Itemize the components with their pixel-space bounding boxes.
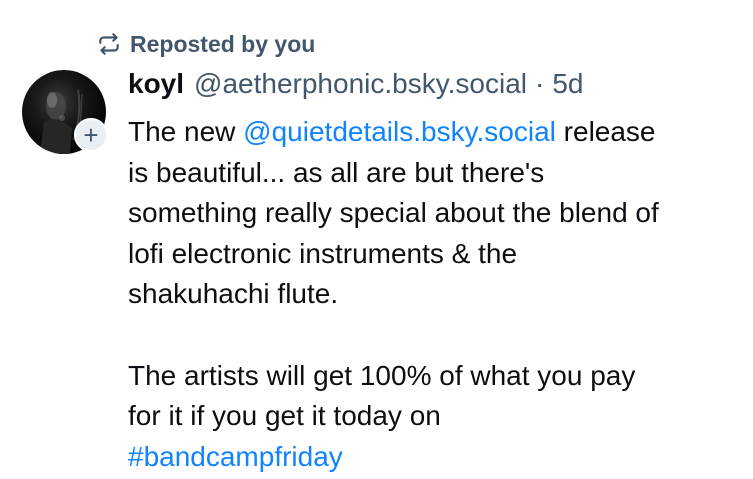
post-timestamp[interactable]: 5d [552,68,583,100]
repost-label: Reposted by you [130,30,316,57]
follow-button[interactable]: + [74,118,108,152]
author-name[interactable]: koyl [128,68,184,100]
hashtag-link[interactable]: #bandcampfriday [128,441,343,472]
repost-icon [96,31,122,57]
post-text-line: The artists will get 100% of what you pa… [128,359,636,391]
header-separator: · [535,68,545,99]
author-handle[interactable]: @aetherphonic.bsky.social [194,68,527,100]
post-text-segment: The new [128,116,244,147]
post-text-line: something really special about the blend… [128,197,659,228]
post-text-line: shakuhachi flute. [128,278,339,309]
avatar-container[interactable]: + [22,70,108,154]
repost-indicator[interactable]: Reposted by you [96,28,315,60]
post-text-line: lofi electronic instruments & the [128,237,518,269]
post-paragraph-2: The artists will get 100% of what you pa… [128,356,748,478]
post-text-line: for it if you get it today on [128,400,441,431]
post-header: koyl @aetherphonic.bsky.social · 5d [128,68,583,108]
post-text-segment: release [555,116,656,147]
post-paragraph-1: The new @quietdetails.bsky.social releas… [128,112,748,315]
post-body: The new @quietdetails.bsky.social releas… [128,112,748,477]
mention-link[interactable]: @quietdetails.bsky.social [243,116,556,147]
post-text-line: is beautiful... as all are but there's [128,156,545,188]
